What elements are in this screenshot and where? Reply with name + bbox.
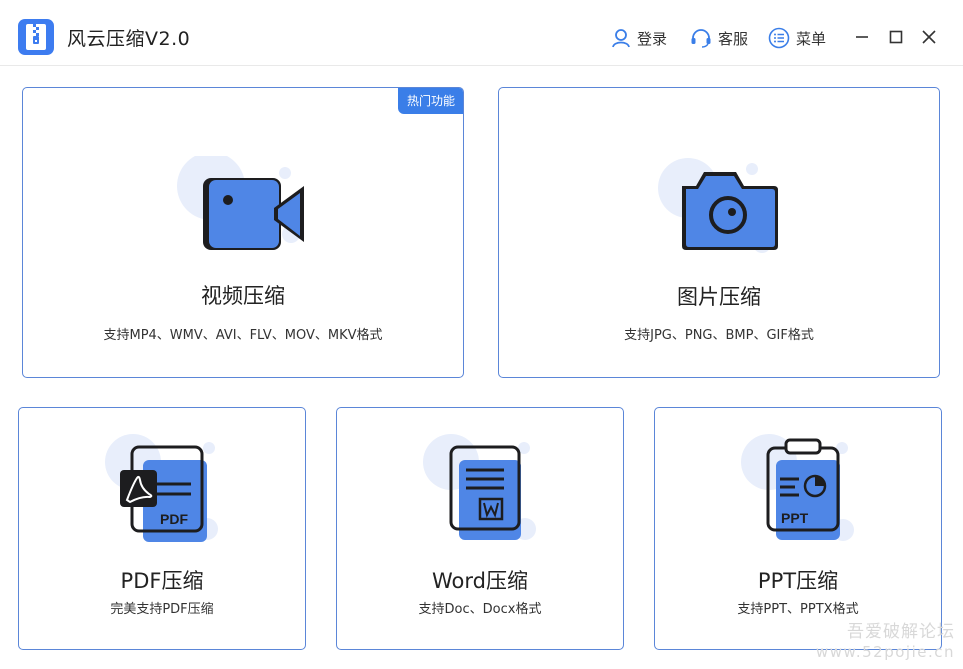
camera-icon bbox=[658, 158, 778, 253]
hot-feature-badge: 热门功能 bbox=[397, 88, 463, 114]
menu-button[interactable]: 菜单 bbox=[768, 26, 826, 50]
menu-label: 菜单 bbox=[796, 29, 827, 48]
watermark-line1: 吾爱破解论坛 bbox=[847, 622, 955, 642]
pdf-card-desc: 完美支持PDF压缩 bbox=[110, 602, 214, 617]
user-icon bbox=[612, 29, 630, 48]
image-card-title: 图片压缩 bbox=[677, 285, 761, 309]
ppt-compress-card[interactable]: PPT PPT压缩 支持PPT、PPTX格式 bbox=[654, 407, 942, 650]
close-icon[interactable] bbox=[919, 27, 939, 47]
login-button[interactable]: 登录 bbox=[611, 26, 667, 50]
login-label: 登录 bbox=[637, 29, 668, 48]
watermark: 吾爱破解论坛 www.52pojie.cn bbox=[816, 622, 955, 662]
service-label: 客服 bbox=[718, 29, 749, 48]
image-card-desc: 支持JPG、PNG、BMP、GIF格式 bbox=[624, 328, 814, 343]
customer-service-button[interactable]: 客服 bbox=[690, 26, 748, 50]
word-card-title: Word压缩 bbox=[432, 569, 528, 593]
word-compress-card[interactable]: Word压缩 支持Doc、Docx格式 bbox=[336, 407, 624, 650]
svg-text:PDF: PDF bbox=[160, 511, 188, 527]
word-card-desc: 支持Doc、Docx格式 bbox=[418, 602, 542, 617]
ppt-file-icon: PPT bbox=[741, 434, 854, 541]
headset-icon bbox=[691, 29, 711, 48]
title-bar: 风云压缩V2.0 登录 客服 菜单 bbox=[0, 0, 963, 66]
video-card-title: 视频压缩 bbox=[201, 284, 285, 308]
pdf-card-title: PDF压缩 bbox=[120, 569, 204, 593]
app-title: 风云压缩V2.0 bbox=[67, 28, 191, 50]
ppt-card-desc: 支持PPT、PPTX格式 bbox=[737, 602, 859, 617]
app-logo-icon bbox=[18, 19, 54, 55]
menu-list-icon bbox=[768, 27, 790, 49]
pdf-compress-card[interactable]: PDF PDF压缩 完美支持PDF压缩 bbox=[18, 407, 306, 650]
image-compress-card[interactable]: 图片压缩 支持JPG、PNG、BMP、GIF格式 bbox=[498, 87, 940, 378]
svg-text:PPT: PPT bbox=[781, 510, 809, 526]
maximize-icon[interactable] bbox=[886, 27, 906, 47]
minimize-icon[interactable] bbox=[852, 27, 872, 47]
video-camera-icon bbox=[177, 156, 304, 250]
ppt-card-title: PPT压缩 bbox=[757, 569, 839, 593]
video-card-desc: 支持MP4、WMV、AVI、FLV、MOV、MKV格式 bbox=[103, 328, 383, 343]
pdf-file-icon: PDF bbox=[105, 434, 218, 542]
word-file-icon bbox=[423, 434, 536, 540]
watermark-line2: www.52pojie.cn bbox=[815, 643, 955, 661]
video-compress-card[interactable]: 热门功能 视频压缩 支持MP4、WMV、AVI、FLV、MOV、MKV格式 bbox=[22, 87, 464, 378]
